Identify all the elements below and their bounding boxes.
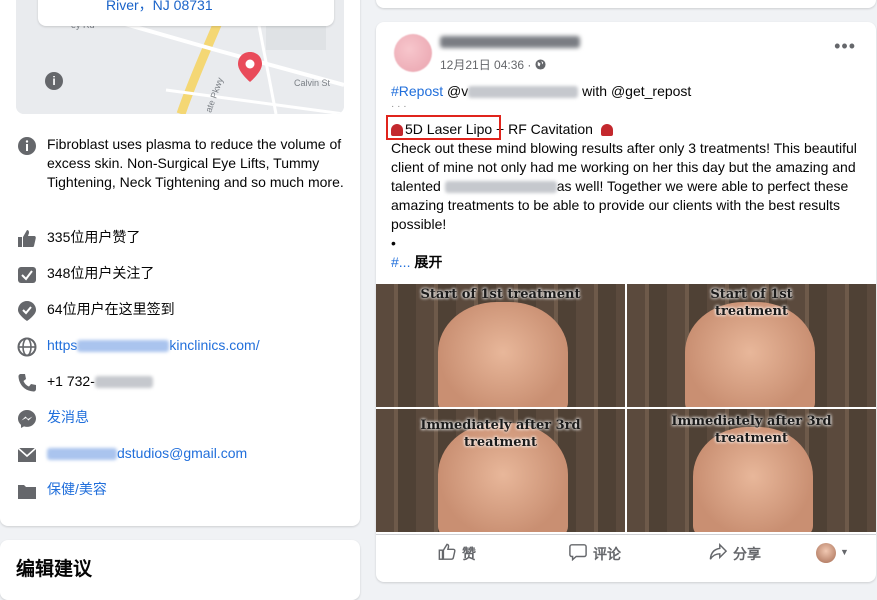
edit-suggestions-card: 编辑建议 xyxy=(0,540,360,600)
service-text-rest: + RF Cavitation xyxy=(492,121,593,137)
post-body: Check out these mind blowing results aft… xyxy=(391,139,861,234)
share-button[interactable]: 分享 xyxy=(709,543,761,565)
redacted-text xyxy=(47,448,117,461)
post-photo[interactable]: Immediately after 3rd treatment xyxy=(627,409,876,532)
street-label: Calvin St xyxy=(294,78,331,88)
email-suffix[interactable]: dstudios@gmail.com xyxy=(117,445,247,461)
photo-caption: Immediately after 3rd treatment xyxy=(420,418,581,450)
redacted-text xyxy=(77,340,170,353)
follow-check-icon xyxy=(16,264,38,286)
website-prefix[interactable]: https xyxy=(47,337,77,353)
phone-icon xyxy=(16,372,38,394)
like-label[interactable]: 赞 xyxy=(462,544,476,564)
repost-hashtag[interactable]: #Repost xyxy=(391,83,443,99)
share-label[interactable]: 分享 xyxy=(733,544,761,564)
phone-prefix[interactable]: +1 732- xyxy=(47,373,95,389)
category-folder-icon xyxy=(16,480,38,502)
checkins-row: 64位用户在这里签到 xyxy=(16,300,346,322)
website-suffix[interactable]: kinclinics.com/ xyxy=(169,337,259,353)
location-map[interactable]: ey Rd ate Pkwy Calvin St River，NJ 08731 … xyxy=(16,0,344,114)
chevron-down-icon[interactable]: ▼ xyxy=(840,547,849,557)
map-info-icon[interactable]: i xyxy=(45,72,63,90)
info-icon xyxy=(16,135,38,157)
website-link[interactable]: https kinclinics.com/ xyxy=(47,336,260,355)
email-row[interactable]: dstudios@gmail.com xyxy=(16,444,346,466)
messenger-icon xyxy=(16,408,38,430)
post-time-text[interactable]: 12月21日 04:36 · xyxy=(440,58,531,72)
comment-button[interactable]: 评论 xyxy=(569,543,621,565)
reaction-avatar[interactable] xyxy=(816,543,836,563)
repost-source: with @get_repost xyxy=(578,83,692,99)
category-link[interactable]: 保健/美容 xyxy=(47,480,107,499)
post-action-bar: 赞 评论 分享 ▼ xyxy=(376,534,876,573)
redacted-text xyxy=(94,376,153,389)
checkin-pin-icon xyxy=(16,300,38,322)
address-box[interactable]: River，NJ 08731 xyxy=(38,0,334,26)
photo-caption: Start of 1st treatment xyxy=(420,287,581,302)
globe-icon xyxy=(16,336,38,358)
post-photo[interactable]: Start of 1st treatment xyxy=(376,284,625,407)
website-row[interactable]: https kinclinics.com/ xyxy=(16,336,346,358)
phone-text[interactable]: +1 732- xyxy=(47,372,153,391)
follows-text: 348位用户关注了 xyxy=(47,265,155,281)
post-photo[interactable]: Start of 1st treatment xyxy=(627,284,876,407)
post-bullet: • xyxy=(391,235,396,251)
thumbs-up-icon xyxy=(438,543,456,565)
page-info-card: ey Rd ate Pkwy Calvin St River，NJ 08731 … xyxy=(0,0,360,526)
previous-post-card xyxy=(376,0,876,8)
comment-icon xyxy=(569,543,587,565)
post-line-repost: #Repost @v with @get_repost xyxy=(391,82,861,101)
redacted-text xyxy=(444,181,557,194)
follows-row: 348位用户关注了 xyxy=(16,264,346,286)
map-pin-icon xyxy=(238,52,262,82)
page-name-redacted[interactable] xyxy=(440,36,580,48)
truncated-hashtag[interactable]: #... xyxy=(391,254,410,270)
likes-row: 335位用户赞了 xyxy=(16,228,346,250)
repost-mention[interactable]: @v xyxy=(443,83,468,99)
send-message-link[interactable]: 发消息 xyxy=(47,408,89,427)
share-arrow-icon xyxy=(709,543,728,565)
message-row[interactable]: 发消息 xyxy=(16,408,346,430)
post-photo[interactable]: Immediately after 3rd treatment xyxy=(376,409,625,532)
edit-suggestions-title: 编辑建议 xyxy=(16,559,93,580)
more-options-icon[interactable]: ••• xyxy=(834,36,856,57)
highlight-rectangle xyxy=(386,115,501,140)
see-more-link[interactable]: 展开 xyxy=(414,254,442,270)
photo-grid[interactable]: Start of 1st treatment Start of 1st trea… xyxy=(376,284,876,532)
like-button[interactable]: 赞 xyxy=(438,543,476,565)
email-link[interactable]: dstudios@gmail.com xyxy=(47,444,247,463)
about-text: Fibroblast uses plasma to reduce the vol… xyxy=(47,136,344,190)
email-icon xyxy=(16,444,38,466)
post-more-line: #... 展开 xyxy=(391,253,861,272)
bell-emoji-icon xyxy=(600,124,613,137)
photo-subject xyxy=(438,302,568,407)
photo-caption: Start of 1st treatment xyxy=(710,287,793,319)
phone-row[interactable]: +1 732- xyxy=(16,372,346,394)
post-card: 12月21日 04:36 · ••• #Repost @v with @get_… xyxy=(376,22,876,582)
checkins-text: 64位用户在这里签到 xyxy=(47,301,175,317)
post-line-dots: · · · xyxy=(391,101,407,112)
thumbs-up-icon xyxy=(16,228,38,250)
category-row[interactable]: 保健/美容 xyxy=(16,480,346,502)
photo-caption: Immediately after 3rd treatment xyxy=(671,414,832,446)
comment-label[interactable]: 评论 xyxy=(593,544,621,564)
likes-text: 335位用户赞了 xyxy=(47,229,141,245)
post-timestamp[interactable]: 12月21日 04:36 · xyxy=(440,56,546,73)
redacted-text xyxy=(468,86,579,99)
globe-icon xyxy=(535,59,546,70)
page-avatar[interactable] xyxy=(394,34,432,72)
address-text[interactable]: River，NJ 08731 xyxy=(106,0,213,15)
about-row: Fibroblast uses plasma to reduce the vol… xyxy=(16,135,346,192)
